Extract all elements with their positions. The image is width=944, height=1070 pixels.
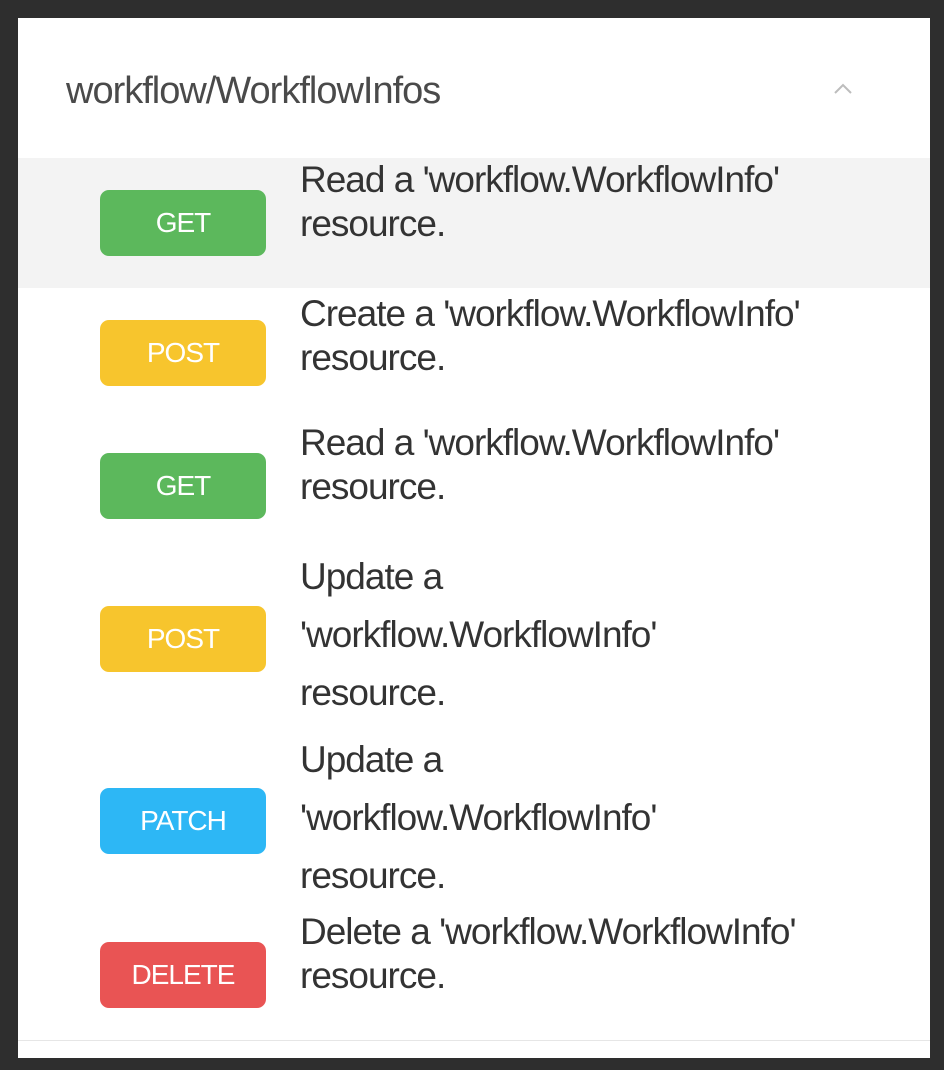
divider	[18, 1040, 930, 1041]
method-badge-get[interactable]: GET	[100, 453, 266, 519]
endpoint-row[interactable]: POST Create a 'workflow.WorkflowInfo' re…	[18, 288, 930, 421]
method-badge-post[interactable]: POST	[100, 320, 266, 386]
endpoint-description: Create a 'workflow.WorkflowInfo' resourc…	[300, 293, 801, 378]
method-badge-delete[interactable]: DELETE	[100, 942, 266, 1008]
endpoint-description: Update a 'workflow.WorkflowInfo' resourc…	[300, 739, 657, 896]
endpoint-description: Read a 'workflow.WorkflowInfo' resource.	[300, 159, 780, 244]
chevron-up-icon[interactable]	[828, 74, 858, 104]
endpoint-description: Read a 'workflow.WorkflowInfo' resource.	[300, 422, 780, 507]
endpoint-row[interactable]: POST Update a 'workflow.WorkflowInfo' re…	[18, 548, 930, 731]
endpoint-list: GET Read a 'workflow.WorkflowInfo' resou…	[18, 158, 930, 1038]
endpoint-row[interactable]: GET Read a 'workflow.WorkflowInfo' resou…	[18, 158, 930, 288]
method-badge-post[interactable]: POST	[100, 606, 266, 672]
method-badge-get[interactable]: GET	[100, 190, 266, 256]
method-badge-patch[interactable]: PATCH	[100, 788, 266, 854]
endpoint-row[interactable]: PATCH Update a 'workflow.WorkflowInfo' r…	[18, 731, 930, 908]
endpoint-row[interactable]: GET Read a 'workflow.WorkflowInfo' resou…	[18, 421, 930, 548]
endpoint-description: Delete a 'workflow.WorkflowInfo' resourc…	[300, 911, 797, 996]
panel-header[interactable]: workflow/WorkflowInfos	[18, 18, 930, 158]
endpoint-row[interactable]: DELETE Delete a 'workflow.WorkflowInfo' …	[18, 908, 930, 1038]
endpoint-description: Update a 'workflow.WorkflowInfo' resourc…	[300, 556, 657, 713]
panel-title: workflow/WorkflowInfos	[66, 70, 441, 112]
api-panel: workflow/WorkflowInfos GET Read a 'workf…	[18, 18, 930, 1058]
